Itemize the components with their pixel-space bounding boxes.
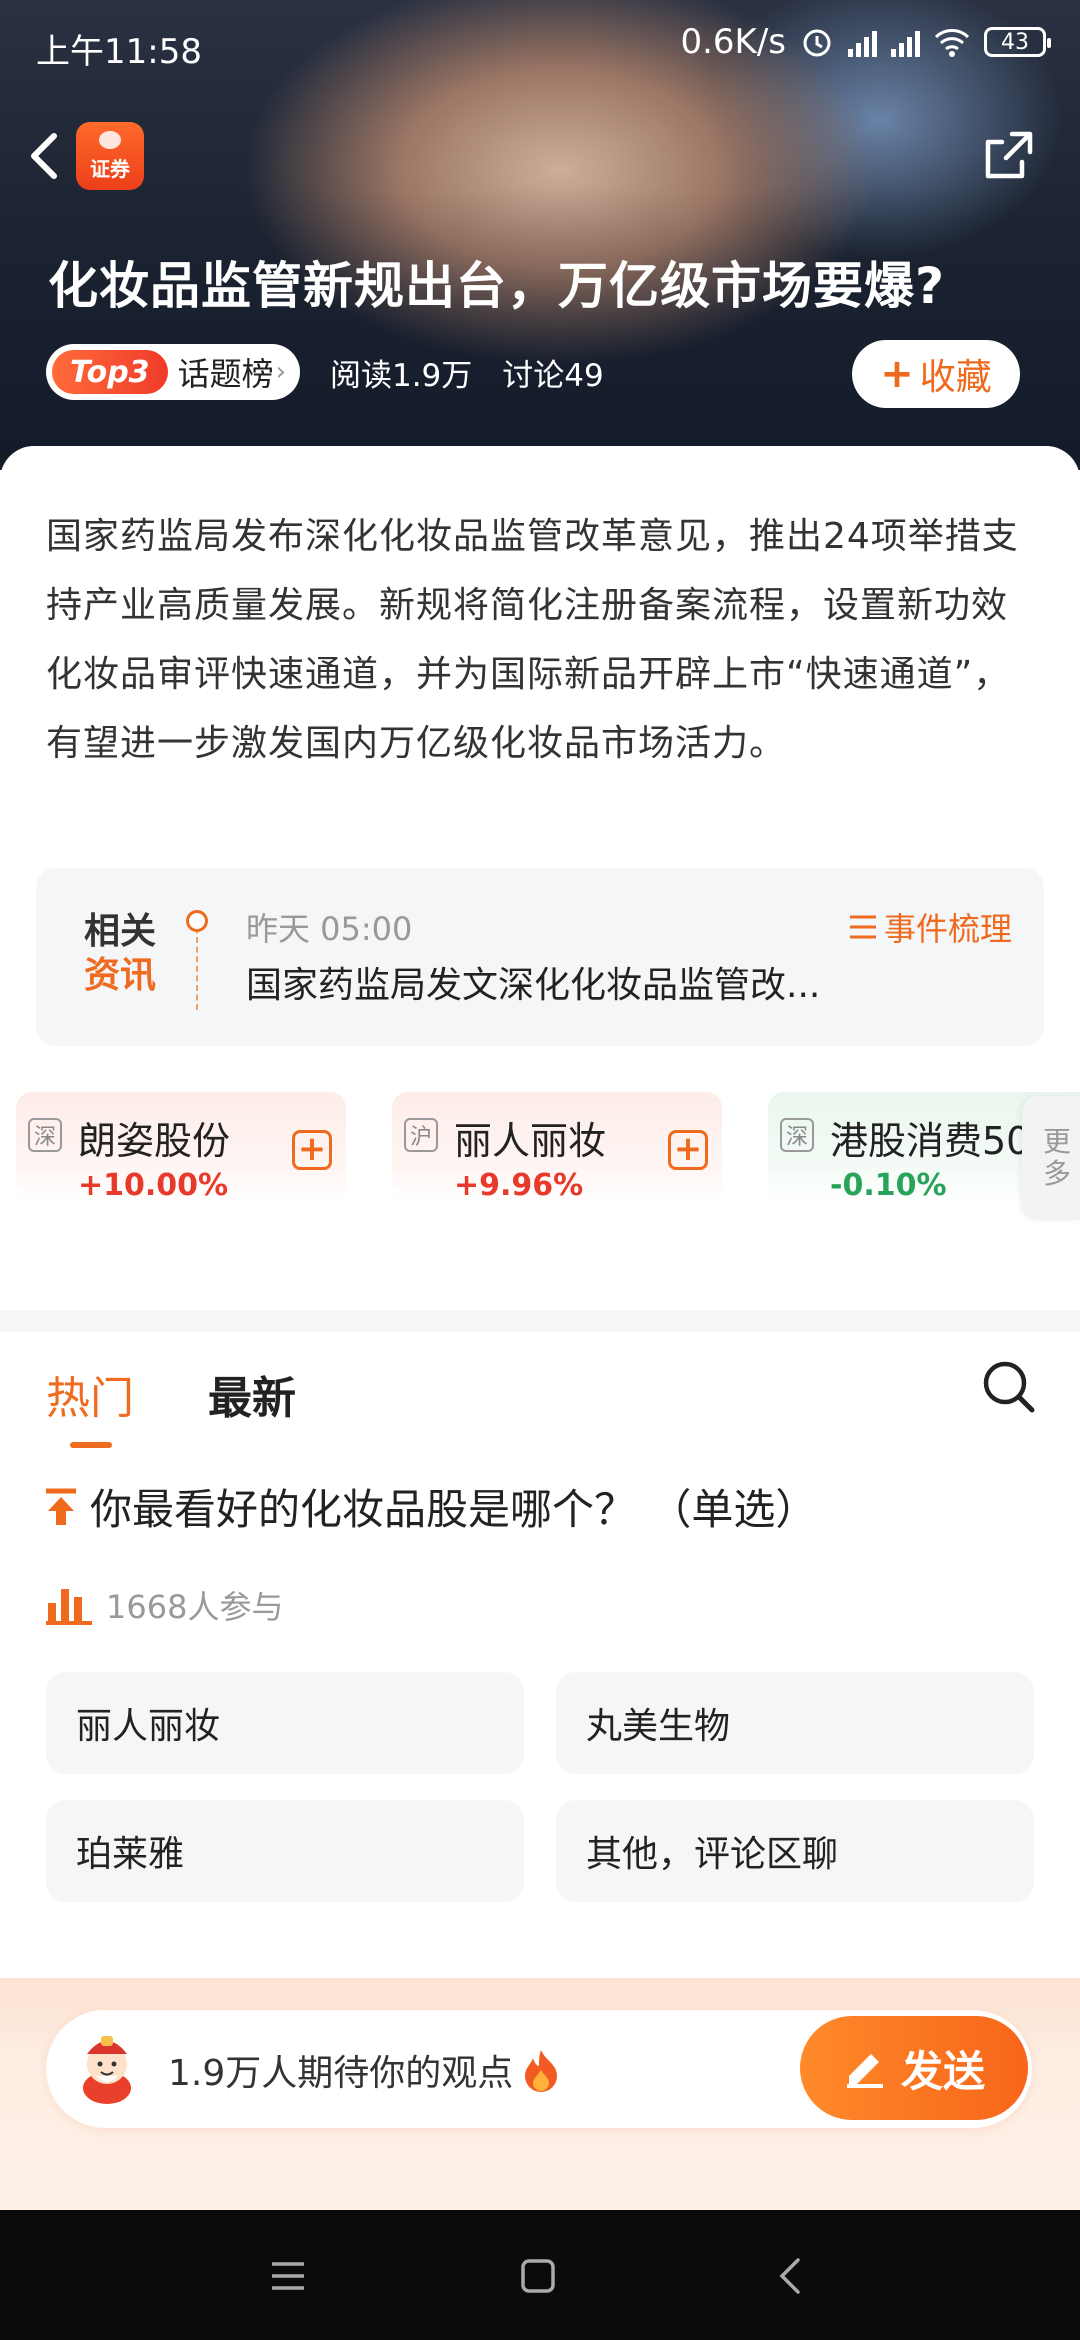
timeline-dot-icon xyxy=(186,910,208,932)
app-logo: 证券 xyxy=(76,122,144,190)
stock-name: 港股消费50 xyxy=(830,1119,1031,1163)
stock-card[interactable]: 沪 丽人丽妆 +9.96% + xyxy=(392,1092,722,1203)
system-nav-bar xyxy=(0,2210,1080,2340)
discussion-count: 讨论49 xyxy=(502,357,604,394)
bar-chart-icon xyxy=(46,1589,92,1625)
favorite-label: 收藏 xyxy=(919,357,992,398)
section-divider xyxy=(0,1310,1080,1332)
comment-placeholder-text: 1.9万人期待你的观点 xyxy=(168,2053,514,2094)
net-speed: 0.6K/s xyxy=(680,22,786,62)
topic-description-card: 国家药监局发布深化化妆品监管改革意见，推出24项举措支持产业高质量发展。新规将简… xyxy=(0,446,1080,866)
home-icon[interactable] xyxy=(516,2254,560,2298)
back-nav-icon[interactable] xyxy=(770,2254,814,2298)
stock-change: +9.96% xyxy=(454,1168,584,1203)
poll-participants: 1668人参与 xyxy=(46,1582,283,1628)
poll-option[interactable]: 丸美生物 xyxy=(556,1672,1034,1774)
topic-title: 化妆品监管新规出台，万亿级市场要爆? xyxy=(48,257,946,315)
poll-question-text: 你最看好的化妆品股是哪个？ （单选） xyxy=(90,1485,818,1534)
status-bar: 上午11:58 0.6K/s 43 xyxy=(0,0,1080,92)
comment-area: 1.9万人期待你的观点 发送 xyxy=(0,1978,1080,2210)
rank-badge: Top3 xyxy=(52,350,168,394)
stock-name: 朗姿股份 xyxy=(78,1119,231,1163)
tag-line-2: 资讯 xyxy=(84,955,157,996)
comment-input[interactable]: 1.9万人期待你的观点 发送 xyxy=(46,2010,1032,2128)
stock-name: 丽人丽妆 xyxy=(454,1119,607,1163)
news-time: 昨天 05:00 xyxy=(246,910,413,948)
fire-icon xyxy=(525,2050,558,2092)
battery-icon: 43 xyxy=(984,27,1051,57)
news-title[interactable]: 国家药监局发文深化化妆品监管改... xyxy=(246,956,820,1008)
rank-label: 话题榜 xyxy=(177,355,274,393)
related-news-card[interactable]: 相关 资讯 昨天 05:00 国家药监局发文深化化妆品监管改... 事件梳理 xyxy=(36,868,1044,1046)
menu-icon[interactable] xyxy=(266,2254,310,2298)
more-stocks-button[interactable]: 更多 xyxy=(1022,1096,1080,1220)
alarm-icon xyxy=(803,29,831,57)
topic-rank-pill[interactable]: Top3 话题榜 › xyxy=(46,344,300,400)
signal-icon-2 xyxy=(891,27,920,57)
poll-option[interactable]: 珀莱雅 xyxy=(46,1800,524,1902)
mascot-avatar-icon xyxy=(83,2036,131,2104)
related-news-tag: 相关 资讯 xyxy=(84,910,156,998)
status-icons: 0.6K/s 43 xyxy=(680,22,1051,62)
back-icon[interactable] xyxy=(20,128,70,184)
related-stocks: 深 朗姿股份 +10.00% + 沪 丽人丽妆 +9.96% + 深 港股消费5… xyxy=(0,1092,1080,1212)
active-tab-indicator xyxy=(70,1442,112,1448)
poll-participant-count: 1668人参与 xyxy=(106,1588,284,1626)
market-tag: 沪 xyxy=(404,1118,438,1152)
logo-mark-icon xyxy=(99,130,121,149)
comment-placeholder: 1.9万人期待你的观点 xyxy=(168,2044,559,2096)
event-timeline-label: 事件梳理 xyxy=(883,910,1012,948)
read-count: 阅读1.9万 xyxy=(329,357,473,394)
plus-icon: + xyxy=(880,351,914,397)
tab-hot[interactable]: 热门 xyxy=(46,1362,134,1426)
add-watchlist-icon[interactable]: + xyxy=(292,1130,332,1170)
share-icon[interactable] xyxy=(982,128,1036,182)
tab-latest[interactable]: 最新 xyxy=(208,1362,296,1426)
market-tag: 深 xyxy=(28,1118,62,1152)
feed-tabs: 热门 最新 xyxy=(0,1340,1080,1460)
arrow-up-icon xyxy=(46,1488,76,1525)
stock-change: -0.10% xyxy=(830,1168,947,1203)
topic-description: 国家药监局发布深化化妆品监管改革意见，推出24项举措支持产业高质量发展。新规将简… xyxy=(46,516,1019,764)
market-tag: 深 xyxy=(780,1118,814,1152)
search-icon[interactable] xyxy=(980,1358,1038,1416)
poll-option[interactable]: 其他，评论区聊 xyxy=(556,1800,1034,1902)
event-timeline-button[interactable]: 事件梳理 xyxy=(848,904,1012,950)
logo-text: 证券 xyxy=(90,156,130,181)
chevron-right-icon: › xyxy=(275,357,286,387)
list-icon xyxy=(849,915,876,939)
tag-line-1: 相关 xyxy=(84,911,157,952)
stock-card[interactable]: 深 朗姿股份 +10.00% + xyxy=(16,1092,346,1203)
favorite-button[interactable]: + 收藏 xyxy=(852,340,1020,408)
wifi-icon xyxy=(934,29,970,57)
pen-icon xyxy=(846,2054,883,2088)
status-time: 上午11:58 xyxy=(36,32,202,72)
poll-option[interactable]: 丽人丽妆 xyxy=(46,1672,524,1774)
top-bar: 证券 xyxy=(0,110,1080,200)
stock-change: +10.00% xyxy=(78,1168,229,1203)
send-label: 发送 xyxy=(900,2046,985,2096)
topic-meta: Top3 话题榜 › 阅读1.9万 讨论49 xyxy=(46,342,604,402)
send-button[interactable]: 发送 xyxy=(800,2016,1028,2120)
add-watchlist-icon[interactable]: + xyxy=(668,1130,708,1170)
signal-icon xyxy=(848,27,877,57)
poll-question: 你最看好的化妆品股是哪个？ （单选） xyxy=(44,1476,817,1537)
